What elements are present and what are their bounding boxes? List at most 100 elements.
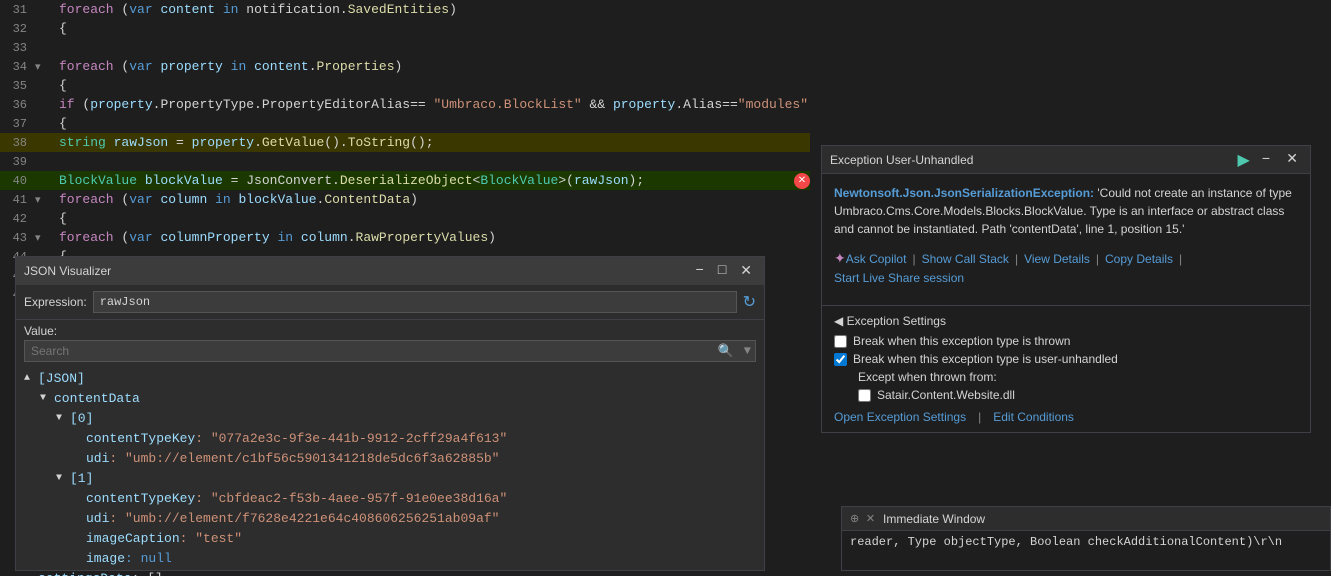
tree-key: [JSON] [38,371,85,386]
json-maximize-button[interactable]: □ [714,263,730,280]
cb2-checkbox[interactable] [834,353,847,366]
exception-settings-title: ◀ Exception Settings [834,314,1298,328]
tree-node[interactable]: image: null [24,548,756,568]
search-icon: 🔍 [712,344,740,359]
line-number: 33 [0,41,35,55]
code-line-39: 39 [0,152,810,171]
search-dropdown[interactable]: ▼ [740,344,755,358]
line-content: string rawJson = property.GetValue().ToS… [55,135,810,150]
open-exception-settings-link[interactable]: Open Exception Settings [834,410,966,424]
tree-key: image [86,551,125,566]
line-number: 40 [0,174,35,188]
line-number: 36 [0,98,35,112]
tree-expand-arrow[interactable]: ▼ [40,393,50,404]
copy-details-link[interactable]: Copy Details [1105,250,1173,268]
line-number: 35 [0,79,35,93]
tree-node[interactable]: ▼ contentData [24,388,756,408]
tree-expand-arrow[interactable]: ▲ [24,373,34,384]
cb1-checkbox[interactable] [834,335,847,348]
show-call-stack-link[interactable]: Show Call Stack [922,250,1009,268]
code-line-38: 38 string rawJson = property.GetValue().… [0,133,810,152]
code-line-34: 34▾ foreach (var property in content.Pro… [0,57,810,76]
code-line-41: 41▾ foreach (var column in blockValue.Co… [0,190,810,209]
line-content: foreach (var property in content.Propert… [55,59,810,74]
exc-close-button[interactable]: ✕ [1282,151,1302,168]
tree-key: contentTypeKey [86,491,195,506]
view-details-link[interactable]: View Details [1024,250,1090,268]
expression-input[interactable] [93,291,737,313]
tree-key: udi [86,451,109,466]
line-content: BlockValue blockValue = JsonConvert.Dese… [55,173,790,188]
immediate-body[interactable]: reader, Type objectType, Boolean checkAd… [842,531,1330,553]
line-content: foreach (var columnProperty in column.Ra… [55,230,810,245]
tree-value: : "077a2e3c-9f3e-441b-9912-2cff29a4f613" [195,431,507,446]
tree-node[interactable]: contentTypeKey: "077a2e3c-9f3e-441b-9912… [24,428,756,448]
tree-key: contentData [54,391,140,406]
line-number: 32 [0,22,35,36]
copilot-icon: ✦ [834,248,846,269]
value-label: Value: [16,320,764,340]
json-panel-title: JSON Visualizer [24,264,111,278]
exception-controls: ▶ − ✕ [1238,150,1302,170]
line-arrow: ▾ [35,193,55,207]
edit-conditions-link[interactable]: Edit Conditions [993,410,1074,424]
search-row: 🔍 ▼ [24,340,756,362]
tree-node[interactable]: udi: "umb://element/f7628e4221e64c408606… [24,508,756,528]
line-number: 38 [0,136,35,150]
tree-value: : "umb://element/c1bf56c5901341218de5dc6… [109,451,499,466]
cb2-row: Break when this exception type is user-u… [834,352,1298,366]
tree-key: contentTypeKey [86,431,195,446]
tree-node[interactable]: contentTypeKey: "cbfdeac2-f53b-4aee-957f… [24,488,756,508]
code-line-40: 40 BlockValue blockValue = JsonConvert.D… [0,171,810,190]
tree-value: : [] [132,571,163,576]
pin-icon: ⊕ ✕ [850,512,875,526]
ask-copilot-link[interactable]: Ask Copilot [846,250,907,268]
tree-expand-arrow[interactable]: ▼ [56,473,66,484]
tree-key: [0] [70,411,93,426]
tree-value: : "cbfdeac2-f53b-4aee-957f-91e0ee38d16a" [195,491,507,506]
line-arrow: ▾ [35,60,55,74]
immediate-window-panel: ⊕ ✕ Immediate Window reader, Type object… [841,506,1331,571]
tree-node[interactable]: ▼ [0] [24,408,756,428]
json-search-input[interactable] [25,341,712,361]
dll-checkbox[interactable] [858,389,871,402]
code-line-42: 42 { [0,209,810,228]
immediate-title-group: ⊕ ✕ Immediate Window [850,512,985,526]
tree-node[interactable]: ▼[1] [24,468,756,488]
tree-expand-arrow[interactable]: ▼ [56,413,66,424]
cb2-label: Break when this exception type is user-u… [853,352,1118,366]
immediate-title-bar: ⊕ ✕ Immediate Window [842,507,1330,531]
exception-type-name: Newtonsoft.Json.JsonSerializationExcepti… [834,184,1298,238]
tree-node[interactable]: imageCaption: "test" [24,528,756,548]
json-tree[interactable]: ▲[JSON]▼contentData▼[0]contentTypeKey: "… [16,366,764,576]
immediate-title: Immediate Window [883,512,985,526]
line-content: { [55,211,810,226]
tree-node[interactable]: settingsData: [] [24,568,756,576]
tree-value: : null [125,551,172,566]
exception-title-bar: Exception User-Unhandled ▶ − ✕ [822,146,1310,174]
line-number: 37 [0,117,35,131]
exception-settings: ◀ Exception Settings Break when this exc… [822,305,1310,432]
exception-class: Newtonsoft.Json.JsonSerializationExcepti… [834,186,1094,200]
json-minimize-button[interactable]: − [691,263,707,280]
line-content: { [55,78,810,93]
title-bar-controls: − □ ✕ [691,263,756,280]
code-line-33: 33 [0,38,810,57]
play-button[interactable]: ▶ [1238,150,1250,170]
line-number: 31 [0,3,35,17]
line-content: if (property.PropertyType.PropertyEditor… [55,97,810,112]
code-line-36: 36 if (property.PropertyType.PropertyEdi… [0,95,810,114]
tree-node[interactable]: ▲ [JSON] [24,368,756,388]
refresh-button[interactable]: ↻ [743,292,756,312]
json-visualizer-panel: JSON Visualizer − □ ✕ Expression: ↻ Valu… [15,256,765,571]
json-close-button[interactable]: ✕ [736,263,756,280]
line-content: foreach (var column in blockValue.Conten… [55,192,810,207]
tree-node[interactable]: udi: "umb://element/c1bf56c5901341218de5… [24,448,756,468]
exc-minimize-button[interactable]: − [1258,152,1274,168]
except-when-label: Except when thrown from: [834,370,1298,384]
start-live-share-link[interactable]: Start Live Share session [834,269,964,287]
code-line-37: 37 { [0,114,810,133]
line-number: 34 [0,60,35,74]
tree-key: settingsData [38,571,132,576]
line-arrow: ▾ [35,231,55,245]
